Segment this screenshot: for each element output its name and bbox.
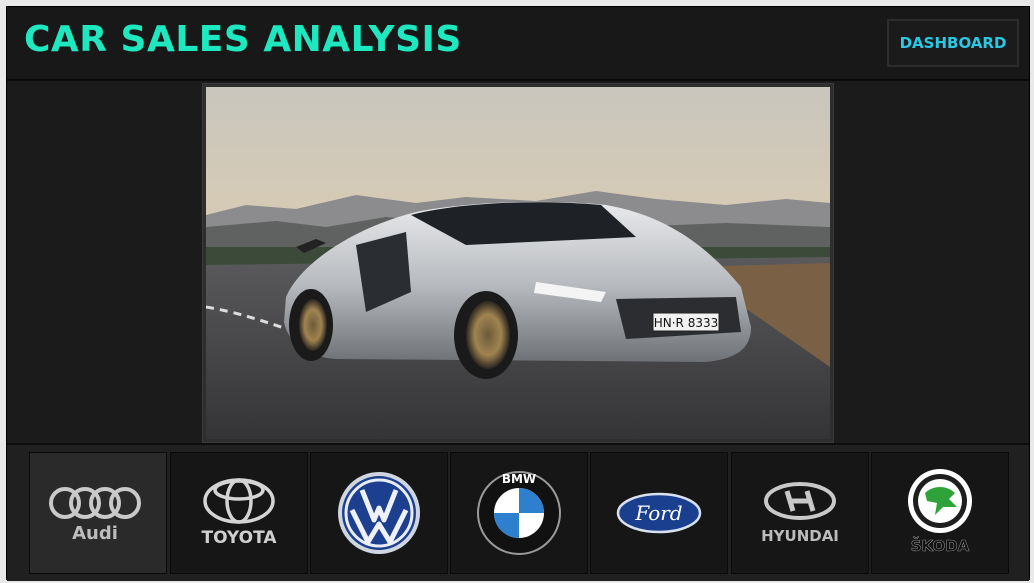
toyota-wordmark: TOYOTA (201, 528, 277, 548)
audi-wordmark: Audi (72, 523, 118, 544)
ford-wordmark: Ford (634, 501, 682, 525)
page-title: CAR SALES ANALYSIS (24, 19, 462, 60)
skoda-wordmark: ŠKODA (911, 536, 970, 555)
brand-tile-volkswagen[interactable] (310, 452, 448, 574)
hyundai-logo-icon: HYUNDAI (761, 482, 839, 545)
brand-tile-bmw[interactable]: BMW (450, 452, 588, 574)
car-photo: HN·R 8333 (206, 87, 830, 439)
bmw-logo-icon: BMW (477, 471, 561, 555)
bmw-wordmark: BMW (502, 472, 536, 486)
brand-tile-skoda[interactable]: ŠKODA (871, 452, 1009, 574)
license-plate: HN·R 8333 (654, 316, 719, 330)
brand-filter-bar: Audi TOYOTA BMW Ford HYUNDAI ŠKODA (7, 443, 1029, 581)
brand-tile-hyundai[interactable]: HYUNDAI (731, 452, 869, 574)
app-frame: CAR SALES ANALYSIS DASHBOARD HN·R 8333 A… (6, 6, 1030, 581)
volkswagen-logo-icon (338, 472, 420, 554)
skoda-logo-icon: ŠKODA (908, 469, 972, 555)
hero-car-image: HN·R 8333 (202, 83, 834, 443)
ford-logo-icon: Ford (616, 492, 702, 534)
brand-tile-toyota[interactable]: TOYOTA (170, 452, 308, 574)
hyundai-wordmark: HYUNDAI (761, 527, 839, 545)
audi-logo-icon: Audi (49, 487, 141, 544)
toyota-logo-icon: TOYOTA (201, 478, 277, 548)
header-bar: CAR SALES ANALYSIS DASHBOARD (7, 7, 1029, 81)
brand-tile-audi[interactable]: Audi (29, 452, 167, 574)
dashboard-button[interactable]: DASHBOARD (887, 19, 1019, 67)
brand-tile-ford[interactable]: Ford (590, 452, 728, 574)
